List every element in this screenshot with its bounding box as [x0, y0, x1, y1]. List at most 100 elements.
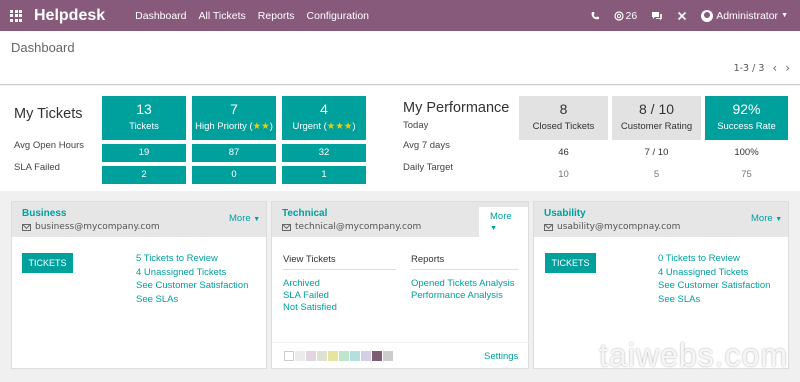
divider	[272, 342, 529, 343]
tickets-caption: Tickets	[129, 121, 159, 132]
color-swatch[interactable]	[350, 351, 360, 361]
performance-analysis-link[interactable]: Performance Analysis	[411, 290, 503, 301]
settings-link[interactable]: Settings	[484, 351, 518, 362]
control-panel: Dashboard 1-3 / 3 ‹ ›	[0, 31, 800, 85]
navbar-systray: 26 Administrator ▼	[590, 9, 800, 22]
team-links: 5 Tickets to Review 4 Unassigned Tickets…	[136, 253, 248, 305]
team-email: usability@mycompnay.com	[544, 222, 680, 232]
watermark: taiwebs.com	[599, 337, 788, 373]
high-priority-label-end: )	[269, 121, 273, 132]
high-priority-avg-hours[interactable]: 87	[192, 144, 276, 162]
top-navbar: Helpdesk Dashboard All Tickets Reports C…	[0, 0, 800, 31]
team-name[interactable]: Usability	[544, 208, 586, 219]
avatar	[701, 9, 714, 22]
success-rate-value: 92%	[732, 101, 761, 117]
high-priority-caption: High Priority (★★)	[192, 120, 276, 134]
urgent-sla-failed[interactable]: 1	[282, 166, 366, 184]
apps-menu-button[interactable]	[0, 0, 32, 31]
color-swatch[interactable]	[295, 351, 305, 361]
avg-open-hours-label: Avg Open Hours	[14, 140, 85, 151]
more-label: More	[229, 213, 251, 224]
tickets-tile[interactable]: 13 Tickets	[102, 96, 186, 140]
envelope-icon	[282, 223, 291, 231]
high-priority-sla-failed[interactable]: 0	[192, 166, 276, 184]
reports-heading: Reports	[411, 254, 518, 270]
app-title: Helpdesk	[34, 6, 106, 24]
debug-tools-icon[interactable]	[677, 11, 687, 21]
color-swatch[interactable]	[284, 351, 294, 361]
main-menu: Dashboard All Tickets Reports Configurat…	[135, 10, 369, 22]
urgent-avg-hours[interactable]: 32	[282, 144, 366, 162]
chat-icon[interactable]	[651, 11, 663, 21]
closed-tickets-tile: 8 Closed Tickets	[519, 96, 608, 140]
envelope-icon	[544, 223, 553, 231]
tickets-avg-hours[interactable]: 19	[102, 144, 186, 162]
more-label: More	[751, 213, 773, 224]
more-dropdown[interactable]: More ▼	[751, 213, 782, 224]
user-menu[interactable]: Administrator ▼	[701, 9, 788, 22]
caret-down-icon: ▼	[781, 12, 788, 19]
customer-rating-column: 8 / 10 Customer Rating 7 / 10 5	[612, 96, 701, 184]
urgent-count: 4	[320, 101, 328, 117]
more-dropdown[interactable]: More ▼	[229, 213, 260, 224]
sla-failed-link[interactable]: SLA Failed	[283, 290, 329, 301]
menu-dashboard[interactable]: Dashboard	[135, 10, 186, 22]
daily-target-label: Daily Target	[403, 162, 453, 173]
at-icon	[613, 10, 624, 21]
urgent-tile[interactable]: 4 Urgent (★★★)	[282, 96, 366, 140]
view-tickets-heading: View Tickets	[283, 254, 396, 270]
high-priority-count: 7	[230, 101, 238, 117]
closed-tickets-caption: Closed Tickets	[532, 121, 595, 132]
color-swatch[interactable]	[306, 351, 316, 361]
tickets-count: 13	[136, 101, 152, 117]
card-header: Technical technical@mycompany.com More ▼	[272, 202, 528, 237]
my-performance-title: My Performance	[403, 100, 510, 116]
closed-tickets-target: 10	[519, 166, 608, 184]
more-dropdown-open[interactable]: More ▼	[479, 207, 528, 237]
today-label: Today	[403, 120, 429, 131]
high-priority-label: High Priority (	[195, 121, 253, 132]
opened-tickets-analysis-link[interactable]: Opened Tickets Analysis	[411, 278, 515, 289]
menu-all-tickets[interactable]: All Tickets	[199, 10, 246, 22]
pager: 1-3 / 3 ‹ ›	[734, 62, 790, 74]
mention-counter[interactable]: 26	[613, 9, 638, 22]
archived-link[interactable]: Archived	[283, 278, 320, 289]
breadcrumb: Dashboard	[11, 40, 75, 55]
tickets-to-review-link[interactable]: 5 Tickets to Review	[136, 253, 248, 264]
avg-7-days-label: Avg 7 days	[403, 140, 450, 151]
color-swatch[interactable]	[339, 351, 349, 361]
tickets-button[interactable]: TICKETS	[545, 253, 596, 273]
chevron-left-icon[interactable]: ‹	[772, 62, 777, 74]
color-swatch[interactable]	[372, 351, 382, 361]
mention-count: 26	[625, 9, 638, 22]
chevron-right-icon[interactable]: ›	[785, 62, 790, 74]
closed-tickets-value: 8	[559, 101, 568, 117]
color-picker	[284, 351, 393, 361]
color-swatch[interactable]	[361, 351, 371, 361]
high-priority-tile[interactable]: 7 High Priority (★★)	[192, 96, 276, 140]
phone-icon[interactable]	[590, 11, 600, 21]
closed-tickets-avg: 46	[519, 144, 608, 162]
tickets-sla-failed[interactable]: 2	[102, 166, 186, 184]
color-swatch[interactable]	[383, 351, 393, 361]
unassigned-tickets-link[interactable]: 4 Unassigned Tickets	[658, 267, 770, 278]
color-swatch[interactable]	[328, 351, 338, 361]
see-slas-link[interactable]: See SLAs	[658, 294, 770, 305]
see-slas-link[interactable]: See SLAs	[136, 294, 248, 305]
pager-value[interactable]: 1-3 / 3	[734, 63, 765, 74]
not-satisfied-link[interactable]: Not Satisfied	[283, 302, 337, 313]
unassigned-tickets-link[interactable]: 4 Unassigned Tickets	[136, 267, 248, 278]
tickets-to-review-link[interactable]: 0 Tickets to Review	[658, 253, 770, 264]
menu-reports[interactable]: Reports	[258, 10, 295, 22]
success-rate-avg: 100%	[705, 144, 788, 162]
color-swatch[interactable]	[317, 351, 327, 361]
customer-satisfaction-link[interactable]: See Customer Satisfaction	[136, 280, 248, 291]
urgent-label: Urgent (	[292, 121, 327, 132]
team-email: technical@mycompany.com	[282, 222, 421, 232]
menu-configuration[interactable]: Configuration	[307, 10, 369, 22]
card-header: Usability usability@mycompnay.com More ▼	[534, 202, 788, 237]
customer-satisfaction-link[interactable]: See Customer Satisfaction	[658, 280, 770, 291]
tickets-button[interactable]: TICKETS	[22, 253, 73, 273]
team-name[interactable]: Technical	[282, 208, 327, 219]
team-name[interactable]: Business	[22, 208, 66, 219]
